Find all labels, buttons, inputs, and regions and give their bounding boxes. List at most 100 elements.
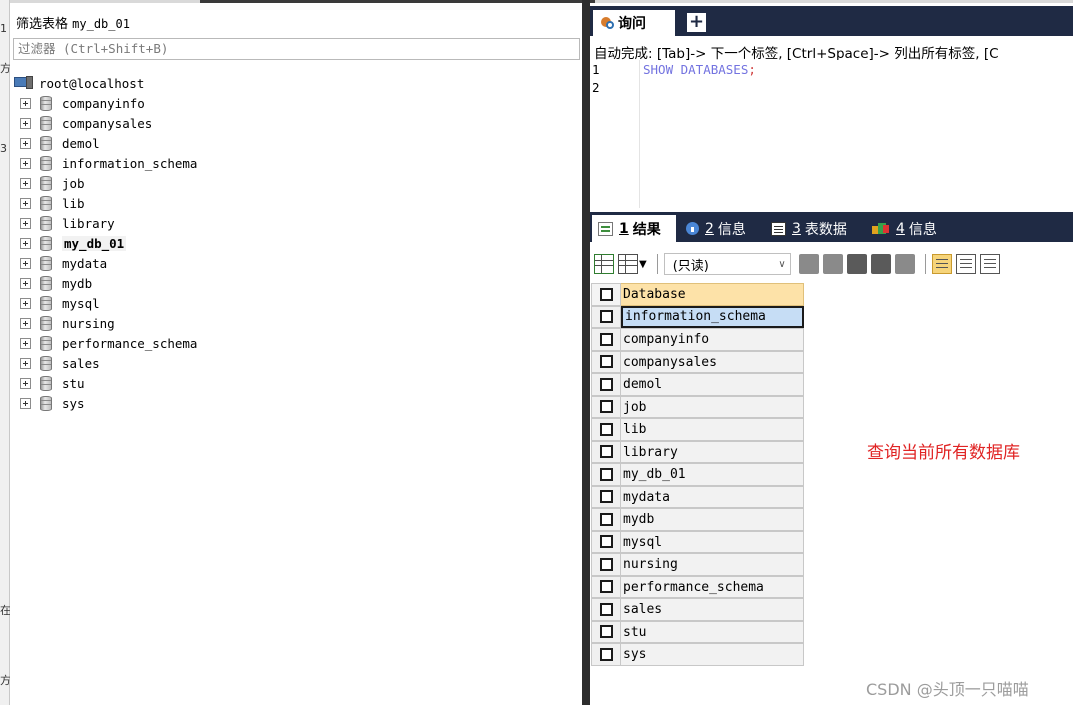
expand-icon[interactable] (20, 217, 31, 229)
row-checkbox[interactable] (591, 350, 621, 373)
table-cell[interactable]: lib (621, 418, 804, 441)
row-checkbox[interactable] (591, 508, 621, 531)
table-row[interactable]: companyinfo (591, 328, 804, 351)
table-cell[interactable]: sales (621, 598, 804, 621)
row-checkbox[interactable] (591, 463, 621, 486)
tab-info[interactable]: 2 信息 (680, 215, 746, 242)
tree-item-database[interactable]: information_schema (20, 153, 197, 173)
add-row-icon[interactable] (798, 254, 819, 274)
tree-item-database[interactable]: companysales (20, 113, 152, 133)
table-row[interactable]: information_schema (591, 305, 804, 328)
tab-table-data[interactable]: 3 表数据 (765, 215, 847, 242)
table-row[interactable]: mydata (591, 485, 804, 508)
row-checkbox[interactable] (591, 620, 621, 643)
expand-icon[interactable] (20, 137, 31, 149)
tree-item-database[interactable]: stu (20, 373, 85, 393)
tree-item-database[interactable]: demol (20, 133, 100, 153)
table-cell[interactable]: my_db_01 (621, 463, 804, 486)
expand-icon[interactable] (20, 317, 31, 329)
row-checkbox[interactable] (591, 643, 621, 666)
new-tab-button[interactable]: + (687, 13, 706, 32)
table-row[interactable]: my_db_01 (591, 463, 804, 486)
expand-icon[interactable] (20, 357, 31, 369)
import-icon[interactable] (618, 254, 638, 274)
dropdown-icon[interactable]: ▼ (639, 259, 647, 270)
tree-item-database[interactable]: lib (20, 193, 85, 213)
row-checkbox[interactable] (591, 305, 621, 328)
table-cell[interactable]: stu (621, 620, 804, 643)
tree-item-database[interactable]: sales (20, 353, 100, 373)
row-checkbox[interactable] (591, 598, 621, 621)
row-checkbox[interactable] (591, 553, 621, 576)
expand-icon[interactable] (20, 257, 31, 269)
expand-icon[interactable] (20, 237, 31, 249)
tree-item-database[interactable]: mydata (20, 253, 107, 273)
expand-icon[interactable] (20, 117, 31, 129)
table-cell[interactable]: nursing (621, 553, 804, 576)
export-grid-icon[interactable] (594, 254, 614, 274)
panel-splitter[interactable] (582, 0, 590, 705)
tree-item-database[interactable]: companyinfo (20, 93, 145, 113)
select-all-checkbox[interactable] (591, 283, 621, 306)
expand-icon[interactable] (20, 277, 31, 289)
table-row[interactable]: mysql (591, 530, 804, 553)
tab-info-2[interactable]: 4 信息 (866, 215, 937, 242)
table-cell[interactable]: demol (621, 373, 804, 396)
table-row[interactable]: job (591, 395, 804, 418)
sql-editor[interactable]: 1 2 SHOW DATABASES; (590, 60, 1073, 208)
column-header[interactable]: Database (621, 283, 804, 306)
table-cell[interactable]: library (621, 440, 804, 463)
table-cell[interactable]: mydata (621, 485, 804, 508)
expand-icon[interactable] (20, 157, 31, 169)
tree-item-database[interactable]: performance_schema (20, 333, 197, 353)
delete-icon[interactable] (870, 254, 891, 274)
sql-code-line[interactable]: SHOW DATABASES; (643, 62, 756, 77)
table-row[interactable]: lib (591, 418, 804, 441)
table-cell[interactable]: sys (621, 643, 804, 666)
grid-view-icon[interactable] (931, 254, 952, 274)
table-row[interactable]: stu (591, 620, 804, 643)
row-checkbox[interactable] (591, 530, 621, 553)
table-cell[interactable]: information_schema (621, 305, 804, 328)
table-row[interactable]: demol (591, 373, 804, 396)
table-row[interactable]: performance_schema (591, 575, 804, 598)
tree-item-database[interactable]: mydb (20, 273, 92, 293)
text-view-icon[interactable] (979, 254, 1000, 274)
tab-query[interactable]: 询问 (592, 9, 676, 36)
expand-icon[interactable] (20, 177, 31, 189)
tree-item-database[interactable]: nursing (20, 313, 115, 333)
tree-item-database[interactable]: mysql (20, 293, 100, 313)
table-row[interactable]: companysales (591, 350, 804, 373)
mode-select[interactable]: (只读) ∨ (663, 253, 791, 275)
row-checkbox[interactable] (591, 395, 621, 418)
tree-item-database[interactable]: my_db_01 (20, 233, 127, 253)
discard-icon[interactable] (894, 254, 915, 274)
table-cell[interactable]: companysales (621, 350, 804, 373)
row-checkbox[interactable] (591, 328, 621, 351)
expand-icon[interactable] (20, 197, 31, 209)
table-row[interactable]: mydb (591, 508, 804, 531)
expand-icon[interactable] (20, 337, 31, 349)
table-row[interactable]: library (591, 440, 804, 463)
table-row[interactable]: sales (591, 598, 804, 621)
table-row[interactable]: nursing (591, 553, 804, 576)
table-cell[interactable]: job (621, 395, 804, 418)
expand-icon[interactable] (20, 397, 31, 409)
form-view-icon[interactable] (955, 254, 976, 274)
expand-icon[interactable] (20, 297, 31, 309)
row-checkbox[interactable] (591, 440, 621, 463)
filter-input[interactable]: 过滤器 (Ctrl+Shift+B) (13, 38, 580, 60)
tree-item-database[interactable]: library (20, 213, 115, 233)
row-checkbox[interactable] (591, 575, 621, 598)
row-checkbox[interactable] (591, 373, 621, 396)
table-cell[interactable]: performance_schema (621, 575, 804, 598)
row-checkbox[interactable] (591, 485, 621, 508)
tree-item-database[interactable]: job (20, 173, 85, 193)
table-cell[interactable]: mysql (621, 530, 804, 553)
save-icon[interactable] (846, 254, 867, 274)
row-checkbox[interactable] (591, 418, 621, 441)
tree-item-database[interactable]: sys (20, 393, 85, 413)
copy-row-icon[interactable] (822, 254, 843, 274)
expand-icon[interactable] (20, 97, 31, 109)
table-cell[interactable]: mydb (621, 508, 804, 531)
